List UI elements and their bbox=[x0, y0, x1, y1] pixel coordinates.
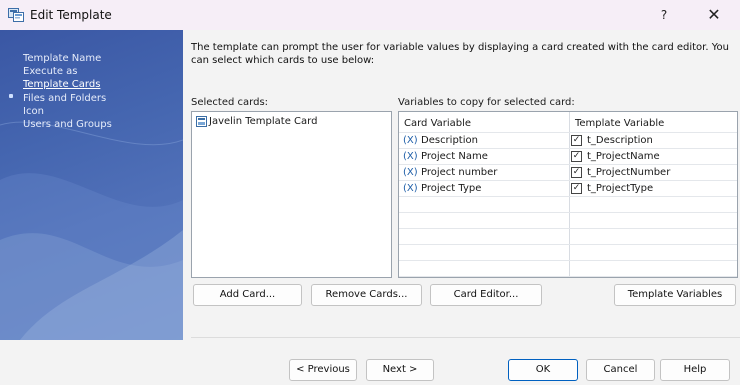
ok-button[interactable]: OK bbox=[508, 359, 578, 381]
template-app-icon bbox=[8, 8, 24, 22]
table-row[interactable]: (X) Description ✓ t_Description bbox=[399, 133, 737, 149]
template-variable-cell[interactable]: t_ProjectType bbox=[587, 183, 653, 194]
card-label: Javelin Template Card bbox=[209, 116, 318, 127]
help-icon[interactable]: ? bbox=[652, 4, 676, 26]
nav-item-execute-as[interactable]: Execute as bbox=[23, 65, 112, 78]
card-variable-cell: Project number bbox=[421, 167, 498, 178]
wizard-footer: < Previous Next > OK Cancel Help bbox=[0, 340, 740, 385]
selected-cards-label: Selected cards: bbox=[191, 97, 269, 108]
template-variable-cell[interactable]: t_ProjectNumber bbox=[587, 167, 670, 178]
card-variable-cell: Project Name bbox=[421, 151, 488, 162]
table-row[interactable]: (X) Project number ✓ t_ProjectNumber bbox=[399, 165, 737, 181]
close-icon[interactable]: ✕ bbox=[700, 4, 728, 26]
copy-checkbox[interactable]: ✓ bbox=[571, 167, 582, 178]
copy-checkbox[interactable]: ✓ bbox=[571, 151, 582, 162]
table-row-empty bbox=[399, 197, 737, 213]
column-header-template-variable[interactable]: Template Variable bbox=[575, 118, 664, 129]
selected-cards-list[interactable]: Javelin Template Card bbox=[191, 111, 392, 278]
template-variable-cell[interactable]: t_ProjectName bbox=[587, 151, 660, 162]
table-row-empty bbox=[399, 229, 737, 245]
template-variable-cell[interactable]: t_Description bbox=[587, 135, 653, 146]
copy-checkbox[interactable]: ✓ bbox=[571, 135, 582, 146]
window-title: Edit Template bbox=[30, 8, 112, 22]
variables-label: Variables to copy for selected card: bbox=[398, 97, 575, 108]
table-row-empty bbox=[399, 245, 737, 261]
table-row-empty bbox=[399, 213, 737, 229]
cancel-button[interactable]: Cancel bbox=[586, 359, 655, 381]
wizard-nav-panel: Template Name Execute as Template Cards … bbox=[0, 30, 183, 340]
template-variables-button[interactable]: Template Variables bbox=[614, 284, 736, 306]
nav-item-icon[interactable]: Icon bbox=[23, 105, 112, 118]
variable-x-icon: (X) bbox=[403, 167, 418, 178]
variables-table[interactable]: Card Variable Template Variable (X) Desc… bbox=[398, 111, 738, 278]
title-bar: Edit Template ? ✕ bbox=[0, 0, 740, 30]
variable-x-icon: (X) bbox=[403, 183, 418, 194]
nav-item-template-name[interactable]: Template Name bbox=[23, 52, 112, 65]
card-variable-cell: Project Type bbox=[421, 183, 482, 194]
active-item-marker bbox=[9, 94, 13, 98]
help-button[interactable]: Help bbox=[660, 359, 730, 381]
table-row-empty bbox=[399, 261, 737, 277]
copy-checkbox[interactable]: ✓ bbox=[571, 183, 582, 194]
remove-cards-button[interactable]: Remove Cards... bbox=[311, 284, 422, 306]
variable-x-icon: (X) bbox=[403, 135, 418, 146]
card-variable-cell: Description bbox=[421, 135, 478, 146]
add-card-button[interactable]: Add Card... bbox=[193, 284, 302, 306]
page-description: The template can prompt the user for var… bbox=[191, 42, 729, 66]
table-row[interactable]: (X) Project Name ✓ t_ProjectName bbox=[399, 149, 737, 165]
nav-item-users-and-groups[interactable]: Users and Groups bbox=[23, 118, 112, 131]
list-item[interactable]: Javelin Template Card bbox=[196, 116, 317, 127]
card-icon bbox=[196, 116, 207, 127]
next-button[interactable]: Next > bbox=[366, 359, 434, 381]
variable-x-icon: (X) bbox=[403, 151, 418, 162]
table-row[interactable]: (X) Project Type ✓ t_ProjectType bbox=[399, 181, 737, 197]
nav-item-files-and-folders[interactable]: Files and Folders bbox=[23, 92, 112, 105]
card-editor-button[interactable]: Card Editor... bbox=[430, 284, 542, 306]
nav-item-template-cards[interactable]: Template Cards bbox=[23, 78, 112, 91]
previous-button[interactable]: < Previous bbox=[289, 359, 357, 381]
footer-separator bbox=[191, 337, 740, 338]
column-header-card-variable[interactable]: Card Variable bbox=[404, 118, 471, 129]
nav-list: Template Name Execute as Template Cards … bbox=[23, 52, 112, 131]
